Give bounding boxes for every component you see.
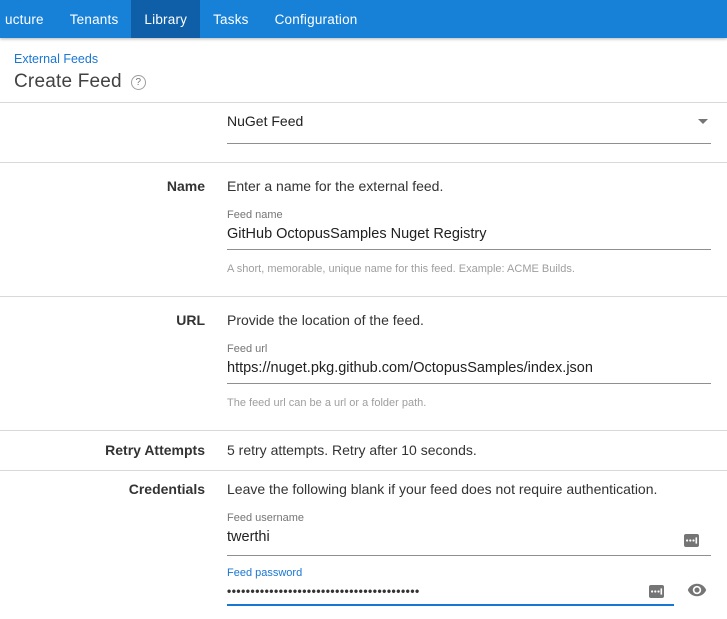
top-navbar: ucture Tenants Library Tasks Configurati… xyxy=(0,0,727,38)
feed-url-field-label: Feed url xyxy=(227,343,268,355)
section-retry-attempts: Retry Attempts 5 retry attempts. Retry a… xyxy=(0,431,727,471)
feed-username-field-label: Feed username xyxy=(227,512,305,524)
show-password-button[interactable] xyxy=(685,578,709,602)
feed-name-input[interactable]: GitHub OctopusSamples Nuget Registry xyxy=(227,225,711,250)
section-url: URL Provide the location of the feed. Fe… xyxy=(0,297,727,431)
name-section-label: Name xyxy=(166,178,205,194)
feed-password-field: Feed password ••••••••••••••••••••••••••… xyxy=(227,567,711,606)
section-credentials: Credentials Leave the following blank if… xyxy=(0,471,727,606)
credentials-description: Leave the following blank if your feed d… xyxy=(227,481,658,497)
retry-description[interactable]: 5 retry attempts. Retry after 10 seconds… xyxy=(227,441,711,459)
nav-tab-library[interactable]: Library xyxy=(131,0,201,38)
feed-password-masked-value: ••••••••••••••••••••••••••••••••••••••••… xyxy=(227,584,420,598)
nav-tab-configuration[interactable]: Configuration xyxy=(262,0,371,38)
create-feed-form: NuGet Feed Name Enter a name for the ext… xyxy=(0,102,727,606)
feed-type-label xyxy=(0,113,205,144)
feed-name-field: Feed name GitHub OctopusSamples Nuget Re… xyxy=(227,209,711,250)
url-section-label: URL xyxy=(176,312,205,328)
section-name: Name Enter a name for the external feed.… xyxy=(0,163,727,297)
feed-name-field-label: Feed name xyxy=(227,209,283,221)
section-feed-type: NuGet Feed xyxy=(0,103,727,163)
feed-url-input[interactable]: https://nuget.pkg.github.com/OctopusSamp… xyxy=(227,359,711,384)
feed-password-field-label: Feed password xyxy=(227,567,303,579)
feed-password-input[interactable]: ••••••••••••••••••••••••••••••••••••••••… xyxy=(227,580,674,606)
autofill-ellipsis-icon[interactable] xyxy=(684,534,699,547)
breadcrumb-external-feeds[interactable]: External Feeds xyxy=(14,52,98,66)
help-circle-icon[interactable]: ? xyxy=(130,74,146,90)
name-description: Enter a name for the external feed. xyxy=(227,178,444,194)
page-title-row: Create Feed ? xyxy=(14,71,727,93)
feed-url-field: Feed url https://nuget.pkg.github.com/Oc… xyxy=(227,343,711,384)
feed-username-input[interactable]: twerthi xyxy=(227,528,711,556)
url-description: Provide the location of the feed. xyxy=(227,312,424,328)
feed-type-selected-value: NuGet Feed xyxy=(227,113,304,129)
feed-username-field: Feed username twerthi xyxy=(227,512,711,556)
page-title: Create Feed xyxy=(14,71,122,92)
nav-tab-infrastructure[interactable]: ucture xyxy=(0,0,57,38)
autofill-ellipsis-icon[interactable] xyxy=(649,585,664,598)
eye-icon xyxy=(687,583,707,597)
feed-name-helper-text: A short, memorable, unique name for this… xyxy=(227,263,575,275)
nav-tab-tenants[interactable]: Tenants xyxy=(57,0,132,38)
nav-tab-tasks[interactable]: Tasks xyxy=(200,0,262,38)
chevron-down-icon xyxy=(698,119,708,124)
credentials-section-label: Credentials xyxy=(128,481,205,497)
feed-type-select[interactable]: NuGet Feed xyxy=(227,113,711,144)
retry-section-label: Retry Attempts xyxy=(105,442,205,458)
feed-url-helper-text: The feed url can be a url or a folder pa… xyxy=(227,397,427,409)
